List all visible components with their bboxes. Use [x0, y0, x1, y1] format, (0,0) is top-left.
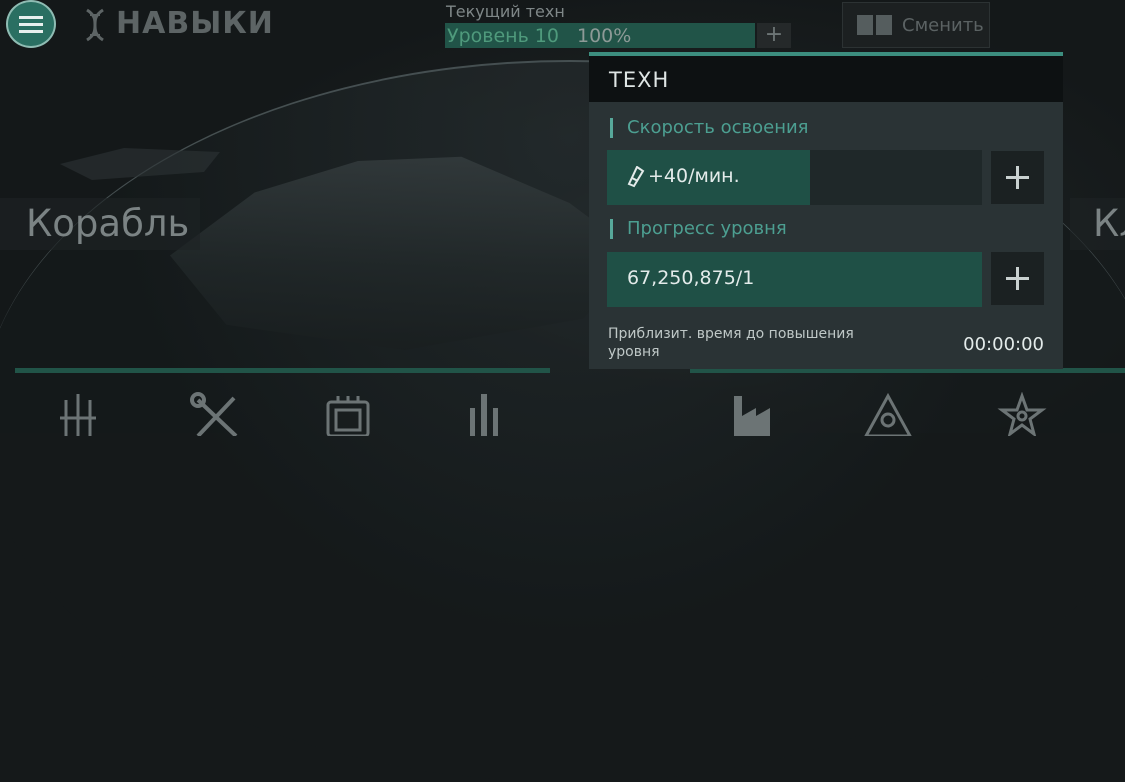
swap-button[interactable]: Сменить	[842, 2, 990, 48]
progress-add-button[interactable]	[991, 252, 1044, 305]
atom-star-icon[interactable]	[996, 392, 1048, 436]
crew-icon[interactable]	[862, 392, 914, 436]
tech-popup: ТЕХН Скорость освоения +40/мин. Прогресс…	[589, 52, 1063, 369]
speed-section-label: Скорость освоения	[627, 117, 809, 138]
swap-icon	[857, 15, 892, 35]
current-tech-label: Текущий техн	[446, 2, 565, 21]
tools-icon[interactable]	[190, 392, 242, 436]
popup-header: ТЕХН	[589, 56, 1063, 102]
popup-title: ТЕХН	[609, 68, 670, 92]
progress-section-label: Прогресс уровня	[627, 218, 787, 239]
speed-row: +40/мин.	[607, 150, 982, 205]
factory-icon[interactable]	[728, 392, 780, 436]
hamburger-menu-icon[interactable]	[6, 0, 56, 48]
menu-line	[19, 15, 43, 19]
swap-button-label: Сменить	[902, 14, 984, 36]
current-tech-add-button[interactable]: +	[757, 23, 791, 48]
carousel-right-label: Кл	[1093, 202, 1125, 245]
progress-row: 67,250,875/1	[607, 252, 982, 307]
weapons-icon[interactable]	[52, 392, 104, 436]
missile-icon[interactable]	[458, 392, 510, 436]
speed-add-button[interactable]	[991, 151, 1044, 204]
menu-line	[19, 29, 43, 33]
menu-line	[19, 22, 43, 26]
bottom-divider-left	[15, 368, 550, 373]
dna-icon	[86, 8, 104, 42]
module-icon[interactable]	[322, 392, 374, 436]
section-marker	[610, 118, 613, 138]
progress-value: 67,250,875/1	[627, 267, 755, 289]
section-marker	[610, 219, 613, 239]
page-title: НАВЫКИ	[116, 6, 274, 41]
carousel-left-label: Корабль	[26, 202, 190, 245]
speed-value: +40/мин.	[648, 165, 740, 187]
tech-resource-icon	[627, 166, 645, 188]
current-tech-percent: 100%	[577, 25, 632, 47]
current-tech-level: Уровень 10	[447, 25, 559, 47]
eta-label: Приблизит. время до повышения уровня	[608, 326, 854, 360]
eta-value: 00:00:00	[963, 334, 1044, 355]
